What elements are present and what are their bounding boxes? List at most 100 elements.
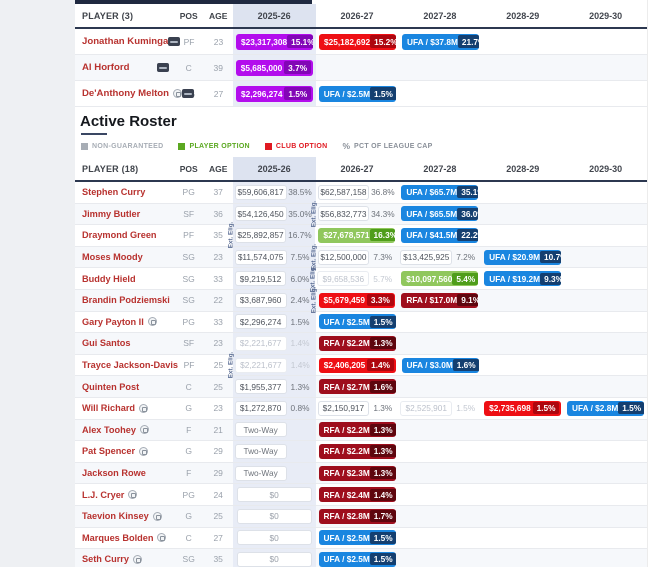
percent-icon: %	[342, 142, 350, 150]
player-name-link[interactable]: Brandin Podziemski	[82, 295, 170, 305]
player-name-link[interactable]: Gui Santos	[82, 338, 131, 348]
cap-pct-chip: 3.3%	[367, 294, 394, 306]
salary-value: $2,406,205	[319, 360, 366, 370]
lock-circle-icon	[139, 447, 148, 456]
salary-value: UFA / $65.5M	[401, 209, 457, 219]
salary-cell: $11,574,0757.5%	[233, 247, 316, 268]
salary-value: $11,574,075	[238, 252, 284, 262]
player-name-link[interactable]: L.J. Cryer	[82, 490, 124, 500]
col-header-pos[interactable]: POS	[174, 164, 204, 174]
player-name-link[interactable]: Draymond Green	[82, 230, 157, 240]
salary-value: $25,892,857	[237, 230, 283, 240]
salary-cell: $10,097,5605.4%	[398, 268, 481, 289]
player-cell: Stephen CurryPG37	[75, 182, 233, 203]
salary-cell	[481, 182, 564, 203]
salary-cell: UFA / $65.7M35.1%	[398, 182, 481, 203]
salary-value: $10,097,560	[401, 274, 452, 284]
salary-cell: Ext. Elig.$2,221,6771.4%	[233, 355, 316, 376]
legend-label: CLUB OPTION	[276, 143, 328, 150]
col-header-year[interactable]: 2026-27	[316, 4, 399, 27]
player-name-link[interactable]: Will Richard	[82, 403, 135, 413]
player-name-link[interactable]: Marques Bolden	[82, 533, 153, 543]
col-header-player[interactable]: PLAYER (18)	[82, 164, 174, 174]
player-name-link[interactable]: Seth Curry	[82, 554, 129, 564]
salary-cell	[564, 441, 647, 462]
salary-value: $9,219,512	[240, 274, 282, 284]
salary-cell: $27,678,57116.3%	[315, 225, 398, 246]
cap-pct: 1.3%	[287, 382, 314, 392]
cap-pct-chip: 35.1%	[457, 186, 478, 198]
extension-eligible-label: Ext. Elig.	[228, 352, 235, 379]
salary-badge: $5,685,0003.7%	[236, 60, 313, 76]
salary-cell: UFA / $2.5M1.5%	[316, 528, 399, 549]
salary-value: $2,525,901	[405, 403, 447, 413]
col-header-year[interactable]: 2027-28	[398, 4, 481, 27]
player-position: PG	[174, 317, 204, 327]
player-age: 39	[204, 63, 233, 73]
salary-value: UFA / $41.5M	[401, 230, 457, 240]
salary-cell: $0	[233, 506, 316, 527]
col-header-year[interactable]: 2029-30	[564, 157, 647, 180]
player-name-link[interactable]: Jimmy Butler	[82, 209, 140, 219]
money-badge-icon	[168, 37, 180, 46]
player-age: 36	[204, 209, 233, 219]
player-cell: Marques BoldenC27	[75, 528, 233, 549]
cap-pct-chip: 3.7%	[284, 61, 311, 74]
player-name-link[interactable]: De'Anthony Melton	[82, 88, 169, 99]
salary-badge: RFA / $2.3M1.3%	[319, 466, 396, 481]
player-position: G	[174, 511, 204, 521]
salary-badge: UFA / $65.7M35.1%	[401, 185, 478, 200]
year-label: 2025-26	[258, 11, 291, 21]
salary-badge: RFA / $2.7M1.6%	[319, 379, 396, 394]
player-row: Will RichardG23$1,272,8700.8%$2,150,9171…	[75, 398, 647, 420]
player-name-link[interactable]: Gary Payton II	[82, 317, 144, 327]
col-header-year[interactable]: 2028-29	[481, 157, 564, 180]
player-cell: Jimmy ButlerSF36	[75, 204, 233, 225]
player-name-wrap: Marques Bolden	[82, 533, 174, 543]
salary-cell: $2,150,9171.3%	[316, 398, 399, 419]
salary-value: $2,296,274	[240, 317, 282, 327]
col-header-age[interactable]: AGE	[204, 11, 233, 21]
player-name-wrap: Al Horford	[82, 62, 174, 73]
salary-value: $2,735,698	[484, 403, 531, 413]
player-name-link[interactable]: Quinten Post	[82, 382, 139, 392]
salary-badge: UFA / $20.9M10.7%	[484, 250, 561, 265]
player-name-link[interactable]: Pat Spencer	[82, 446, 135, 456]
player-cell: Brandin PodziemskiSG22	[75, 290, 233, 311]
salary-badge: UFA / $65.5M36.0%	[401, 206, 478, 221]
col-header-year[interactable]: 2028-29	[481, 4, 564, 27]
legend: NON-GUARANTEEDPLAYER OPTIONCLUB OPTION%P…	[81, 141, 647, 151]
player-name-link[interactable]: Jonathan Kuminga	[82, 36, 168, 47]
col-header-player[interactable]: PLAYER (3)	[82, 11, 174, 21]
salary-value: $2,221,677	[240, 338, 282, 348]
cap-pct: 1.4%	[287, 338, 314, 348]
player-name-link[interactable]: Buddy Hield	[82, 274, 136, 284]
salary-value: $12,500,000	[320, 252, 366, 262]
salary-cell: RFA / $2.2M1.3%	[316, 333, 399, 354]
year-label: 2027-28	[423, 164, 456, 174]
salary-cell	[564, 81, 647, 106]
player-name-link[interactable]: Trayce Jackson-Davis	[82, 360, 178, 370]
player-name-link[interactable]: Alex Toohey	[82, 425, 136, 435]
col-header-year[interactable]: 2025-26	[233, 157, 316, 180]
salary-box: $1,272,870	[235, 401, 287, 416]
salary-cell	[481, 376, 564, 397]
col-header-year[interactable]: 2025-26	[233, 4, 316, 27]
player-name-link[interactable]: Al Horford	[82, 62, 129, 73]
salary-box: $56,832,773	[318, 206, 370, 221]
col-header-age[interactable]: AGE	[204, 164, 233, 174]
player-name-link[interactable]: Moses Moody	[82, 252, 143, 262]
col-header-year[interactable]: 2027-28	[398, 157, 481, 180]
player-name-link[interactable]: Jackson Rowe	[82, 468, 146, 478]
salary-cell	[398, 55, 481, 80]
player-row: Brandin PodziemskiSG22$3,687,9602.4%Ext.…	[75, 290, 647, 312]
player-name-link[interactable]: Taevion Kinsey	[82, 511, 149, 521]
player-cell: De'Anthony MeltonSG27	[75, 81, 233, 106]
col-header-pos[interactable]: POS	[174, 11, 204, 21]
salary-cell	[399, 528, 482, 549]
col-header-year[interactable]: 2026-27	[316, 157, 399, 180]
col-header-year[interactable]: 2029-30	[564, 4, 647, 27]
player-name-link[interactable]: Stephen Curry	[82, 187, 145, 197]
cap-pct-chip: 1.3%	[370, 467, 396, 479]
table-header-row: PLAYER (3)POSAGE2025-262026-272027-28202…	[75, 4, 647, 29]
